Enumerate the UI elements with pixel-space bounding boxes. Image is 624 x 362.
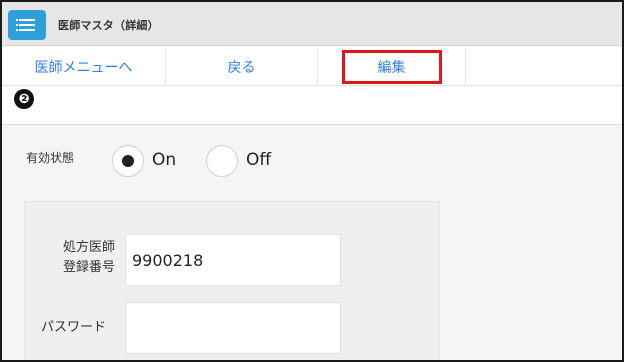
radio-selected-dot [122,155,134,167]
password-field[interactable] [125,302,341,354]
registration-label-line1: 処方医師 [63,240,116,255]
hamburger-menu-icon[interactable] [8,10,46,40]
radio-off-label: Off [246,150,272,170]
detail-content: 有効状態 On Off 処方医師 登録番号 9900218 パスワード [2,125,622,360]
menu-dot [16,29,18,31]
menu-dot [16,24,18,26]
app-window: 医師マスタ（詳細） 医師メニューへ 戻る 編集 ❷ 有効状態 On Off 処方… [0,0,624,362]
password-label: パスワード [41,320,107,335]
tab-bar: 医師メニューへ 戻る 編集 [2,48,622,86]
window-title: 医師マスタ（詳細） [58,19,159,32]
title-bar: 医師マスタ（詳細） [2,2,622,46]
tab-back[interactable]: 戻る [166,48,318,86]
menu-bar [19,24,35,26]
radio-on[interactable] [112,145,144,177]
form-card: 処方医師 登録番号 9900218 パスワード [24,201,440,360]
menu-dot [16,19,18,21]
tab-doctor-menu[interactable]: 医師メニューへ [2,48,166,86]
menu-bar [19,29,35,31]
tab-edit[interactable]: 編集 [318,48,466,86]
menu-bar [19,19,35,21]
radio-on-label: On [152,150,177,170]
registration-label-line2: 登録番号 [63,260,116,275]
step-marker: ❷ [14,89,34,109]
registration-number-field[interactable]: 9900218 [125,234,341,286]
radio-off[interactable] [206,145,238,177]
status-label: 有効状態 [26,151,75,165]
